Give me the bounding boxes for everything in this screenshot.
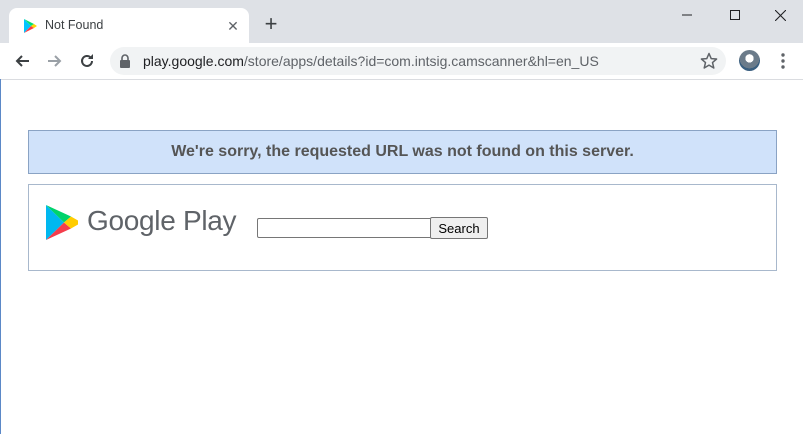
url-text: play.google.com/store/apps/details?id=co… [143, 53, 599, 69]
forward-arrow-icon[interactable] [44, 50, 66, 72]
more-menu-icon[interactable] [775, 52, 791, 70]
back-arrow-icon[interactable] [11, 50, 33, 72]
bookmark-star-icon[interactable] [700, 52, 718, 70]
minimize-icon[interactable] [664, 0, 710, 30]
browser-tab[interactable]: Not Found ✕ [9, 8, 249, 43]
search-input[interactable] [257, 218, 433, 238]
search-panel: Google Play Search [28, 184, 777, 271]
google-play-icon [24, 19, 37, 33]
profile-avatar[interactable] [739, 50, 760, 71]
window-border [0, 79, 1, 434]
lock-icon [120, 54, 130, 68]
address-bar[interactable]: play.google.com/store/apps/details?id=co… [110, 47, 726, 75]
error-message: We're sorry, the requested URL was not f… [171, 143, 634, 160]
error-banner: We're sorry, the requested URL was not f… [28, 130, 777, 174]
tab-strip: Not Found ✕ + [0, 0, 803, 43]
close-icon[interactable]: ✕ [225, 18, 241, 34]
plus-icon[interactable]: + [261, 13, 281, 35]
close-icon[interactable] [757, 0, 803, 30]
google-play-logo-icon[interactable] [45, 204, 79, 241]
google-play-logo-text[interactable]: Google Play [87, 205, 237, 237]
url-path: /store/apps/details?id=com.intsig.camsca… [243, 53, 599, 69]
browser-toolbar: play.google.com/store/apps/details?id=co… [0, 43, 803, 80]
search-button[interactable]: Search [430, 217, 488, 239]
reload-icon[interactable] [76, 50, 98, 72]
url-domain: play.google.com [143, 53, 244, 69]
maximize-icon[interactable] [712, 0, 758, 30]
tab-title: Not Found [45, 18, 104, 32]
